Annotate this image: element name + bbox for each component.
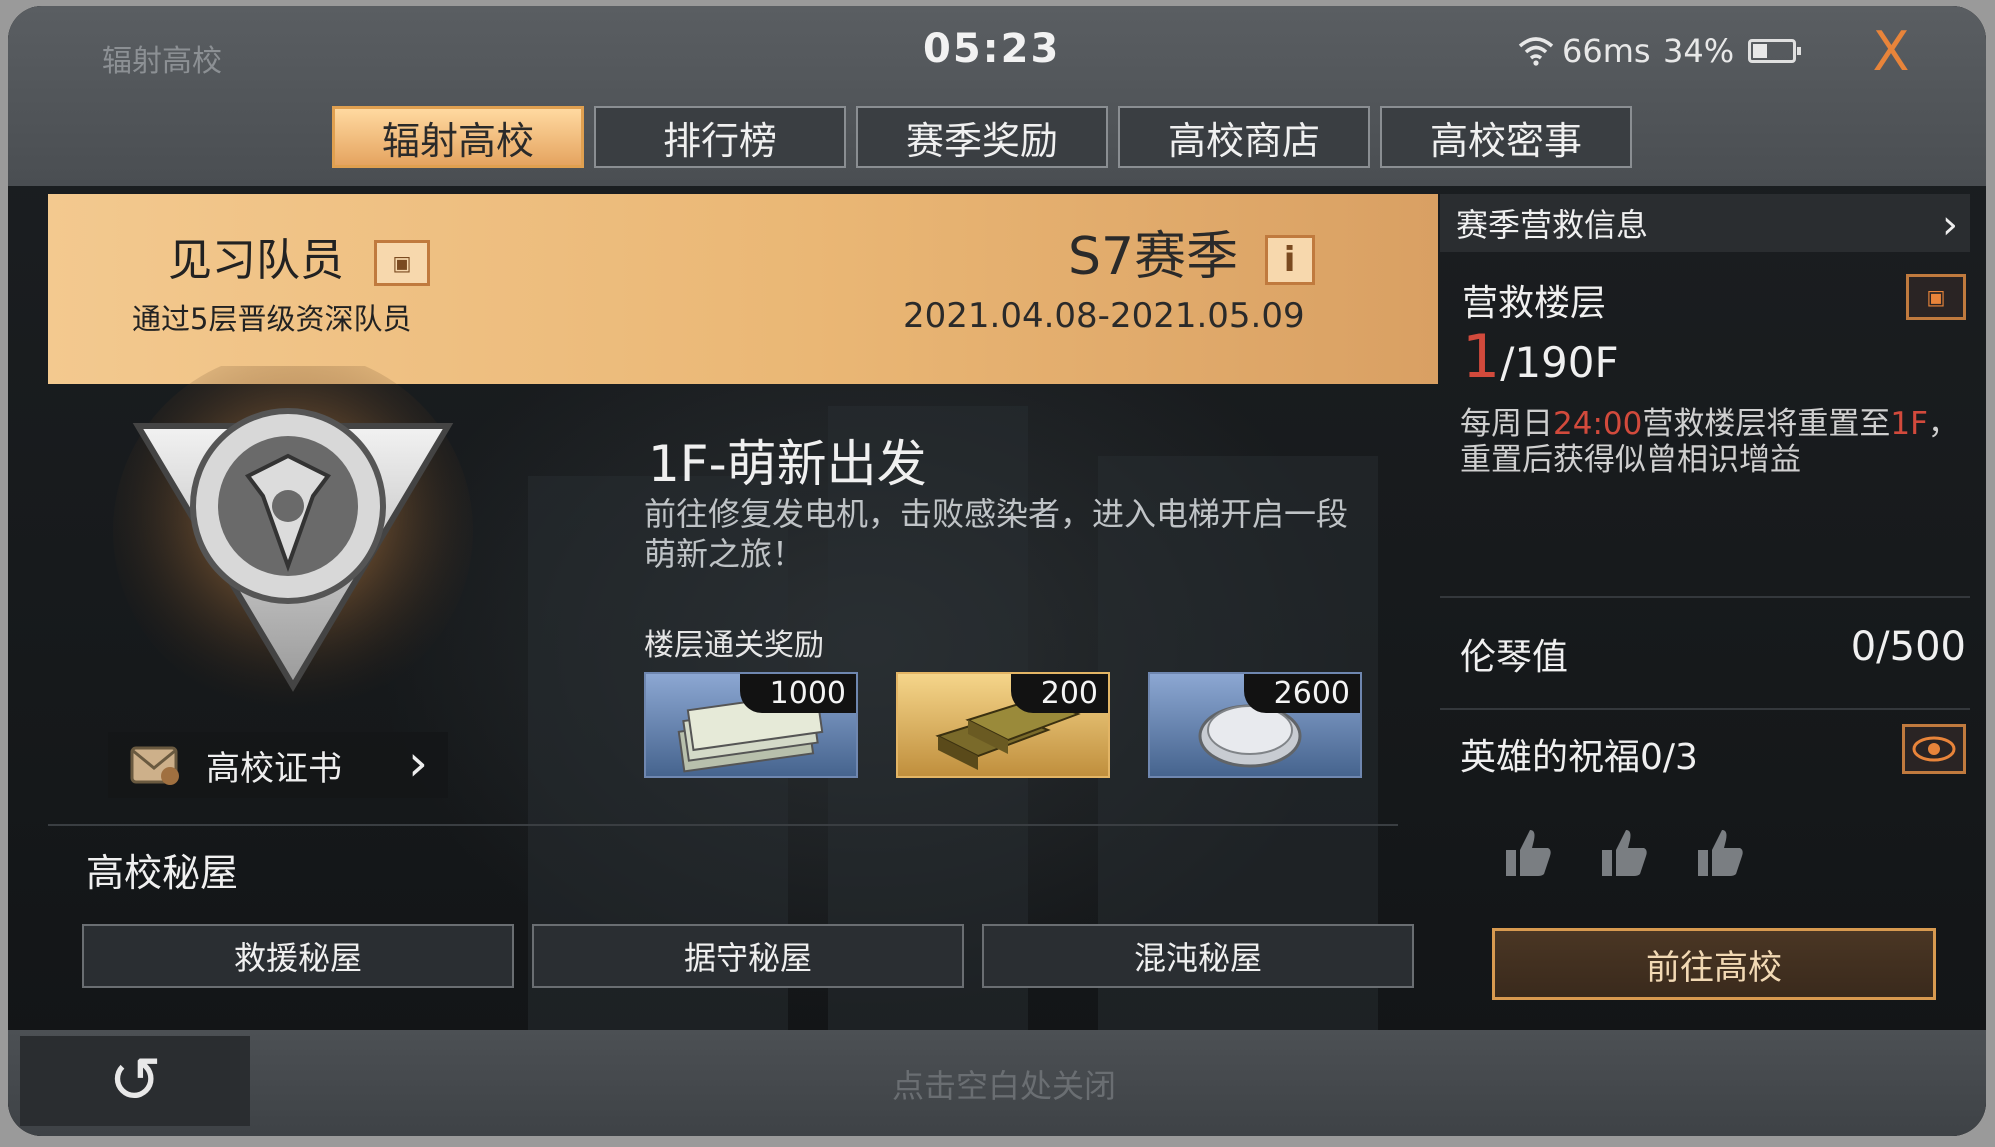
certificate-label: 高校证书 [206,748,342,789]
rescue-header-label: 赛季营救信息 [1456,206,1649,244]
total-floor: /190F [1500,338,1619,387]
rank-title: 见习队员 ▣ [168,224,430,288]
season-name: S7赛季 i [1068,214,1315,289]
info-icon[interactable]: i [1264,235,1315,285]
battery-status: 34% [1663,32,1802,70]
reward-amount: 1000 [739,674,856,713]
roentgen-label: 伦琴值 [1460,637,1569,678]
emblem-icon [113,351,473,711]
tab-leaderboard[interactable]: 排行榜 [594,106,846,168]
chevron-right-icon: › [408,734,428,792]
stage-description: 前往修复发电机，击败感染者，进入电梯开启一段萌新之旅！ [644,495,1349,573]
go-to-school-button[interactable]: 前往高校 [1492,928,1936,1000]
thumbs-up-icon [1506,830,1551,876]
floor-reward-label: 楼层通关奖励 [644,628,824,663]
tab-bar: 辐射高校 排行榜 赛季奖励 高校商店 高校密事 [332,106,1632,168]
rank-subtitle: 通过5层晋级资深队员 [132,302,412,336]
stage-title: 1F-萌新出发 [648,435,927,493]
tab-school-shop[interactable]: 高校商店 [1118,106,1370,168]
battery-icon [1748,39,1802,63]
reward-cash[interactable]: 1000 [644,672,858,778]
season-dates: 2021.04.08-2021.05.09 [903,296,1305,336]
note-floor: 1F [1890,406,1928,442]
divider [1440,596,1970,598]
rescue-floor-title: 营救楼层 [1462,283,1607,324]
secret-room-buttons: 救援秘屋 据守秘屋 混沌秘屋 [82,924,1414,988]
reward-amount: 200 [1010,674,1108,713]
network-status: 66ms [1518,32,1651,70]
thumbs-up-icon [1698,830,1743,876]
note-time: 24:00 [1553,406,1643,442]
back-button[interactable]: ↺ [20,1036,250,1126]
back-arrow-icon: ↺ [108,1044,162,1118]
reward-gold[interactable]: 200 [896,672,1110,778]
secret-rooms-title: 高校秘屋 [86,851,239,895]
tab-school-secrets[interactable]: 高校密事 [1380,106,1632,168]
reward-amount: 2600 [1243,674,1360,713]
id-card-icon[interactable]: ▣ [1906,274,1966,320]
battery-fill [1753,44,1768,58]
game-window: 辐射高校 05:23 66ms 34% X 辐射高校 排行榜 赛季奖励 高校商店… [8,6,1986,1136]
note-text: 每周日 [1460,406,1553,442]
divider [1440,708,1970,710]
close-button[interactable]: X [1863,24,1919,80]
rank-name: 见习队员 [168,235,344,286]
chevron-right-icon: › [1942,202,1958,248]
eye-icon[interactable] [1902,724,1966,774]
rescue-floor-value: 1/190F [1462,322,1619,392]
defense-room-button[interactable]: 据守秘屋 [532,924,964,988]
rescue-panel: 赛季营救信息 › 营救楼层 ▣ 1/190F 每周日24:00营救楼层将重置至1… [1440,194,1970,1024]
breadcrumb: 辐射高校 [102,44,222,79]
roentgen-value: 0/500 [1850,624,1966,670]
reset-note: 每周日24:00营救楼层将重置至1F，重置后获得似曾相识增益 [1460,406,1960,478]
tab-season-rewards[interactable]: 赛季奖励 [856,106,1108,168]
blessing-label: 英雄的祝福0/3 [1460,737,1698,778]
ping-value: 66ms [1562,32,1651,70]
wifi-icon [1518,37,1554,66]
section-divider [48,824,1398,826]
chaos-room-button[interactable]: 混沌秘屋 [982,924,1414,988]
close-hint[interactable]: 点击空白处关闭 [892,1061,1116,1107]
blessing-thumbs [1500,826,1748,880]
reward-list: 1000 200 2600 [644,672,1362,778]
tab-radiation-school[interactable]: 辐射高校 [332,106,584,168]
season-label: S7赛季 [1068,227,1239,287]
top-bar: 辐射高校 05:23 66ms 34% X 辐射高校 排行榜 赛季奖励 高校商店… [8,6,1986,186]
certificate-icon [130,746,179,785]
thumbs-up-icon [1602,830,1647,876]
note-text: 营救楼层将重置至 [1642,406,1891,442]
clock: 05:23 [923,26,1061,72]
season-rescue-header[interactable]: 赛季营救信息 › [1440,194,1970,252]
rank-emblem [58,351,498,716]
reward-silver[interactable]: 2600 [1148,672,1362,778]
certificate-button[interactable]: 高校证书 › [108,732,448,798]
rescue-room-button[interactable]: 救援秘屋 [82,924,514,988]
id-card-icon[interactable]: ▣ [374,240,430,286]
current-floor: 1 [1462,322,1501,392]
battery-percent: 34% [1663,32,1735,70]
